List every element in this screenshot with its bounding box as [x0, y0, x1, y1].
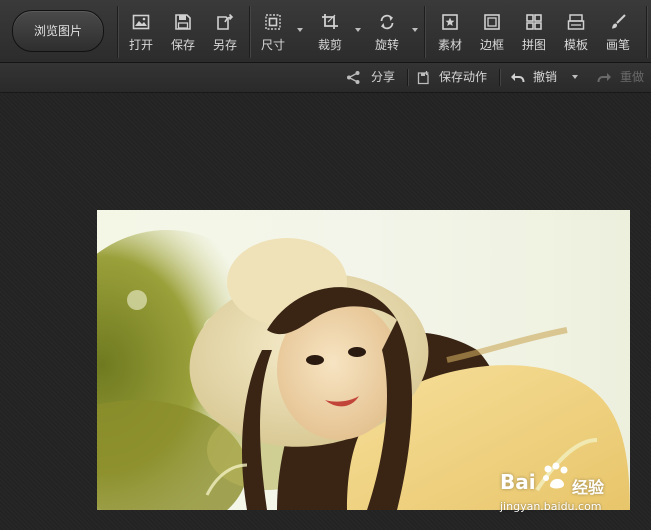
template-label: 模板: [563, 38, 588, 52]
toolbar-divider: [424, 6, 425, 58]
collage-label: 拼图: [521, 38, 546, 52]
material-label: 素材: [437, 38, 462, 52]
watermark-suffix: 经验: [572, 478, 605, 497]
rotate-icon: [380, 14, 394, 30]
brush-icon: [612, 14, 626, 29]
redo-icon: [597, 73, 611, 83]
undo-dropdown-arrow[interactable]: [572, 75, 578, 79]
collage-grid-icon: [526, 14, 542, 30]
toolbar-divider: [117, 6, 118, 58]
size-label: 尺寸: [260, 38, 285, 52]
open-button[interactable]: 打开: [119, 0, 163, 62]
save-action-button[interactable]: 保存动作: [417, 63, 489, 92]
browse-images-button[interactable]: 浏览图片: [12, 10, 104, 52]
brush-button[interactable]: 画笔: [596, 0, 640, 62]
action-bar: 分享 保存动作 撤销 重做: [0, 63, 651, 93]
watermark-brand-text: Bai: [500, 470, 536, 494]
baidu-paw-icon: [543, 462, 568, 489]
redo-button[interactable]: 重做: [597, 63, 651, 92]
frame-icon: [484, 14, 500, 30]
main-toolbar: 浏览图片 打开 保存 另存 尺寸 裁剪 旋转 素材 边框 拼图 模板 画笔: [0, 0, 651, 63]
action-divider: [407, 69, 408, 86]
crop-label: 裁剪: [317, 38, 342, 52]
crop-dropdown-arrow[interactable]: [355, 28, 361, 32]
undo-icon: [511, 73, 525, 83]
border-button[interactable]: 边框: [470, 0, 514, 62]
toolbar-divider: [646, 6, 647, 58]
watermark-url: jingyan.baidu.com: [500, 500, 602, 513]
floppy-save-icon: [175, 14, 191, 30]
redo-label: 重做: [620, 70, 645, 84]
rotate-label: 旋转: [374, 38, 399, 52]
undo-label: 撤销: [533, 70, 558, 84]
size-dropdown-arrow[interactable]: [297, 28, 303, 32]
template-icon: [567, 14, 585, 30]
save-as-button[interactable]: 另存: [203, 0, 247, 62]
share-button[interactable]: 分享: [346, 63, 396, 92]
image-open-icon: [132, 14, 150, 30]
watermark-brand: Bai: [500, 470, 536, 494]
save-label: 保存: [170, 38, 195, 52]
save-as-label: 另存: [212, 38, 237, 52]
save-action-label: 保存动作: [439, 70, 488, 84]
template-button[interactable]: 模板: [554, 0, 598, 62]
share-label: 分享: [371, 70, 396, 84]
crop-button[interactable]: 裁剪: [308, 0, 352, 62]
collage-button[interactable]: 拼图: [512, 0, 556, 62]
save-as-icon: [217, 13, 234, 30]
save-button[interactable]: 保存: [161, 0, 205, 62]
sticker-star-icon: [442, 14, 458, 30]
rotate-button[interactable]: 旋转: [365, 0, 409, 62]
size-button[interactable]: 尺寸: [251, 0, 295, 62]
crop-icon: [322, 14, 338, 29]
rotate-dropdown-arrow[interactable]: [412, 28, 418, 32]
undo-button[interactable]: 撤销: [510, 63, 560, 92]
brush-label: 画笔: [605, 38, 630, 52]
action-divider: [499, 69, 500, 86]
toolbar-divider: [249, 6, 250, 58]
open-label: 打开: [128, 38, 153, 52]
resize-icon: [265, 14, 281, 30]
share-icon: [347, 71, 360, 84]
border-label: 边框: [479, 38, 504, 52]
save-action-icon: [417, 71, 429, 85]
material-button[interactable]: 素材: [428, 0, 472, 62]
